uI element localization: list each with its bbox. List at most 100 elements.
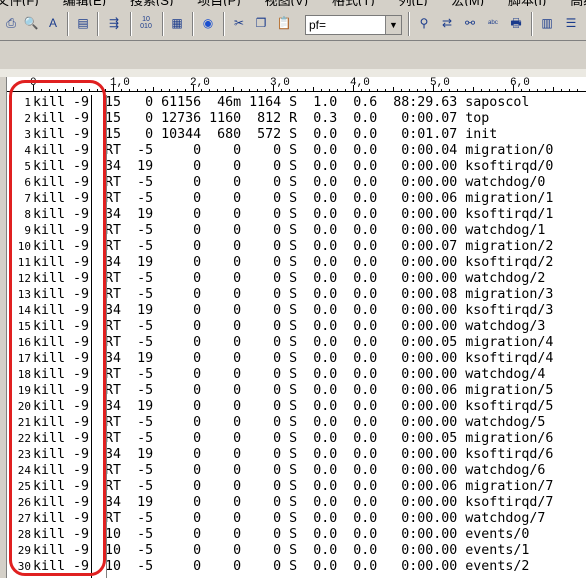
line-text: kill -9 RT -5 0 0 0 S 0.0 0.0 0:00.00 wa… <box>33 319 546 334</box>
ruler-tick <box>545 89 546 91</box>
line-text: kill -9 RT -5 0 0 0 S 0.0 0.0 0:00.06 mi… <box>33 191 554 206</box>
browser-icon[interactable]: ◉ <box>199 14 217 32</box>
find-icon[interactable]: 🔍 <box>22 14 40 32</box>
editor-gutter-edge <box>0 77 7 578</box>
replace-icon[interactable]: ⇄ <box>438 14 456 32</box>
line-text: kill -9 34 19 0 0 0 S 0.0 0.0 0:00.00 ks… <box>33 207 554 222</box>
line-text: kill -9 RT -5 0 0 0 S 0.0 0.0 0:00.05 mi… <box>33 335 554 350</box>
spellcheck-icon[interactable]: ᵃᵇᶜ <box>484 14 502 32</box>
wrap-icon[interactable]: ⇶ <box>105 14 123 32</box>
ruler-tick <box>209 89 210 91</box>
ruler-tick <box>377 89 378 91</box>
line-text: kill -9 34 19 0 0 0 S 0.0 0.0 0:00.00 ks… <box>33 399 554 414</box>
ruler-tick <box>385 89 386 91</box>
ruler-tick <box>169 89 170 91</box>
ruler-tick <box>361 89 362 91</box>
ruler-label: 4,0 <box>350 77 370 89</box>
annotation-highlight <box>9 80 106 576</box>
list-icon[interactable]: ☰ <box>562 14 580 32</box>
ruler-tick <box>281 89 282 91</box>
ruler-tick <box>249 89 250 91</box>
ruler-tick <box>401 89 402 91</box>
ruler-tick <box>521 89 522 91</box>
ruler-tick <box>425 89 426 91</box>
cut-icon[interactable]: ✂ <box>230 14 248 32</box>
print-preview-icon[interactable]: ⎙ <box>2 14 20 32</box>
line-text: kill -9 RT -5 0 0 0 S 0.0 0.0 0:00.00 wa… <box>33 415 546 430</box>
ruler-tick <box>329 89 330 91</box>
ruler-label: 5,0 <box>430 77 450 89</box>
search-icon[interactable]: ⚲ <box>415 14 433 32</box>
line-text: kill -9 RT -5 0 0 0 S 0.0 0.0 0:00.00 wa… <box>33 223 546 238</box>
line-text: kill -9 RT -5 0 0 0 S 0.0 0.0 0:00.00 wa… <box>33 367 546 382</box>
ruler-tick <box>241 89 242 91</box>
line-text: kill -9 RT -5 0 0 0 S 0.0 0.0 0:00.04 mi… <box>33 143 554 158</box>
ruler-tick <box>489 89 490 91</box>
ruler-tick <box>145 89 146 91</box>
ruler-tick <box>481 89 482 91</box>
line-text: kill -9 34 19 0 0 0 S 0.0 0.0 0:00.00 ks… <box>33 351 554 366</box>
ruler-icon[interactable]: ▦ <box>168 14 186 32</box>
toolbar: ⎙ 🔍 A ▤ ⇶ 10 010 ▦ ◉ ✂ ❐ 📋 pf= ▼ ⚲ ⇄ ⚯ ᵃ… <box>0 6 586 41</box>
find-in-files-icon[interactable]: ⚯ <box>461 14 479 32</box>
ruler-tick <box>257 89 258 91</box>
secondary-toolbar <box>0 41 586 69</box>
ruler-tick <box>497 89 498 91</box>
tab-strip <box>0 69 586 77</box>
chevron-down-icon[interactable]: ▼ <box>385 16 401 34</box>
toolbar-separator <box>223 12 225 36</box>
ruler-tick <box>129 89 130 91</box>
line-text: kill -9 34 19 0 0 0 S 0.0 0.0 0:00.00 ks… <box>33 159 554 174</box>
line-text: kill -9 34 19 0 0 0 S 0.0 0.0 0:00.00 ks… <box>33 495 554 510</box>
ruler-label: 1,0 <box>110 77 130 89</box>
ruler-tick <box>265 89 266 91</box>
ruler-tick <box>473 87 474 91</box>
document-icon[interactable]: ▤ <box>74 14 92 32</box>
paste-icon[interactable]: 📋 <box>275 14 293 32</box>
ruler-label: 6,0 <box>510 77 530 89</box>
copy-icon[interactable]: ❐ <box>252 14 270 32</box>
ruler-tick <box>161 89 162 91</box>
ruler-tick <box>553 87 554 91</box>
ruler-tick <box>409 89 410 91</box>
ruler-tick <box>577 89 578 91</box>
line-text: kill -9 RT -5 0 0 0 S 0.0 0.0 0:00.06 mi… <box>33 479 554 494</box>
toolbar-separator <box>130 12 132 36</box>
line-text: kill -9 34 19 0 0 0 S 0.0 0.0 0:00.00 ks… <box>33 447 554 462</box>
line-text: kill -9 RT -5 0 0 0 S 0.0 0.0 0:00.06 mi… <box>33 383 554 398</box>
ruler-tick <box>321 89 322 91</box>
toolbar-separator <box>531 12 533 36</box>
ruler-tick <box>137 89 138 91</box>
ruler-tick <box>337 89 338 91</box>
hex-icon[interactable]: 10 010 <box>137 14 155 32</box>
ruler-tick <box>201 89 202 91</box>
ruler-tick <box>529 89 530 91</box>
ruler-tick <box>441 89 442 91</box>
line-text: kill -9 10 -5 0 0 0 S 0.0 0.0 0:00.00 ev… <box>33 559 530 574</box>
toolbar-separator <box>67 12 69 36</box>
ruler-label: 2,0 <box>190 77 210 89</box>
font-icon[interactable]: A <box>44 14 62 32</box>
ruler-tick <box>465 89 466 91</box>
ruler-tick <box>313 87 314 91</box>
find-combobox[interactable]: pf= ▼ <box>305 15 402 35</box>
ruler-label: 3,0 <box>270 77 290 89</box>
line-text: kill -9 RT -5 0 0 0 S 0.0 0.0 0:00.00 wa… <box>33 463 546 478</box>
line-text: kill -9 34 19 0 0 0 S 0.0 0.0 0:00.00 ks… <box>33 255 554 270</box>
ruler-tick <box>121 89 122 91</box>
line-text: kill -9 15 0 61156 46m 1164 S 1.0 0.6 88… <box>33 95 530 110</box>
ruler-tick <box>305 89 306 91</box>
column-icon[interactable]: ▥ <box>538 14 556 32</box>
print-icon[interactable]: 🖶 <box>507 14 525 32</box>
line-text: kill -9 RT -5 0 0 0 S 0.0 0.0 0:00.00 wa… <box>33 511 546 526</box>
ruler-tick <box>233 87 234 91</box>
ruler-tick <box>185 89 186 91</box>
line-text: kill -9 RT -5 0 0 0 S 0.0 0.0 0:00.07 mi… <box>33 239 554 254</box>
ruler-tick <box>561 89 562 91</box>
line-text: kill -9 RT -5 0 0 0 S 0.0 0.0 0:00.00 wa… <box>33 271 546 286</box>
ruler-tick <box>345 89 346 91</box>
line-text: kill -9 10 -5 0 0 0 S 0.0 0.0 0:00.00 ev… <box>33 527 530 542</box>
toolbar-separator <box>97 12 99 36</box>
ruler-tick <box>505 89 506 91</box>
line-text: kill -9 10 -5 0 0 0 S 0.0 0.0 0:00.00 ev… <box>33 543 530 558</box>
